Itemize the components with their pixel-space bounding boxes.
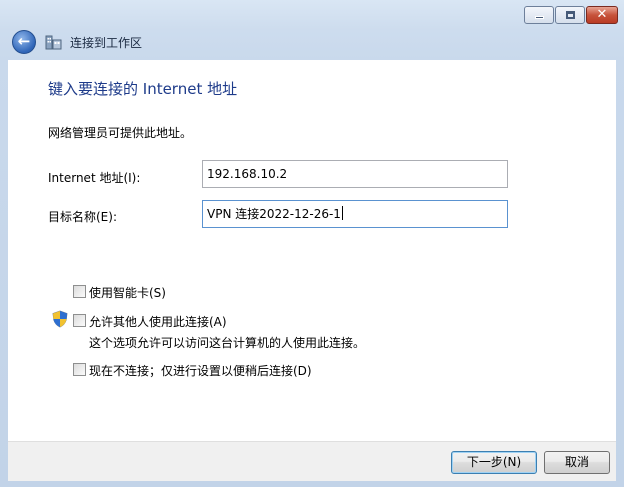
destination-name-value: VPN 连接2022-12-26-1 — [207, 207, 341, 221]
page-description: 网络管理员可提供此地址。 — [48, 126, 193, 140]
text-caret — [341, 206, 343, 220]
destination-name-input[interactable]: VPN 连接2022-12-26-1 — [202, 200, 508, 228]
destination-name-label: 目标名称(E): — [48, 210, 117, 224]
minimize-icon[interactable] — [524, 6, 554, 24]
wizard-content — [8, 60, 616, 441]
workplace-network-icon — [45, 35, 62, 50]
page-heading: 键入要连接的 Internet 地址 — [48, 80, 238, 98]
allow-others-note: 这个选项允许可以访问这台计算机的人使用此连接。 — [89, 336, 366, 350]
allow-others-checkbox[interactable] — [73, 314, 86, 327]
close-icon[interactable]: ✕ — [586, 6, 618, 24]
dont-connect-label[interactable]: 现在不连接；仅进行设置以便稍后连接(D) — [89, 362, 312, 379]
internet-address-input[interactable]: 192.168.10.2 — [202, 160, 508, 188]
smartcard-checkbox[interactable] — [73, 285, 86, 298]
window-controls: ✕ — [523, 6, 618, 24]
uac-shield-icon — [52, 310, 68, 328]
smartcard-label[interactable]: 使用智能卡(S) — [89, 284, 166, 301]
dont-connect-checkbox[interactable] — [73, 363, 86, 376]
window-title: 连接到工作区 — [70, 36, 143, 50]
window-frame: ✕ ← 连接到工作区 键入要连接的 Internet 地址 网络管理员可提供此地… — [0, 0, 624, 487]
internet-address-value: 192.168.10.2 — [207, 167, 288, 181]
address-label: Internet 地址(I): — [48, 171, 141, 185]
maximize-icon[interactable] — [555, 6, 585, 24]
allow-others-label[interactable]: 允许其他人使用此连接(A) — [89, 313, 227, 330]
cancel-button[interactable]: 取消 — [544, 451, 610, 474]
next-button[interactable]: 下一步(N) — [451, 451, 537, 474]
back-arrow-icon[interactable]: ← — [12, 30, 36, 54]
